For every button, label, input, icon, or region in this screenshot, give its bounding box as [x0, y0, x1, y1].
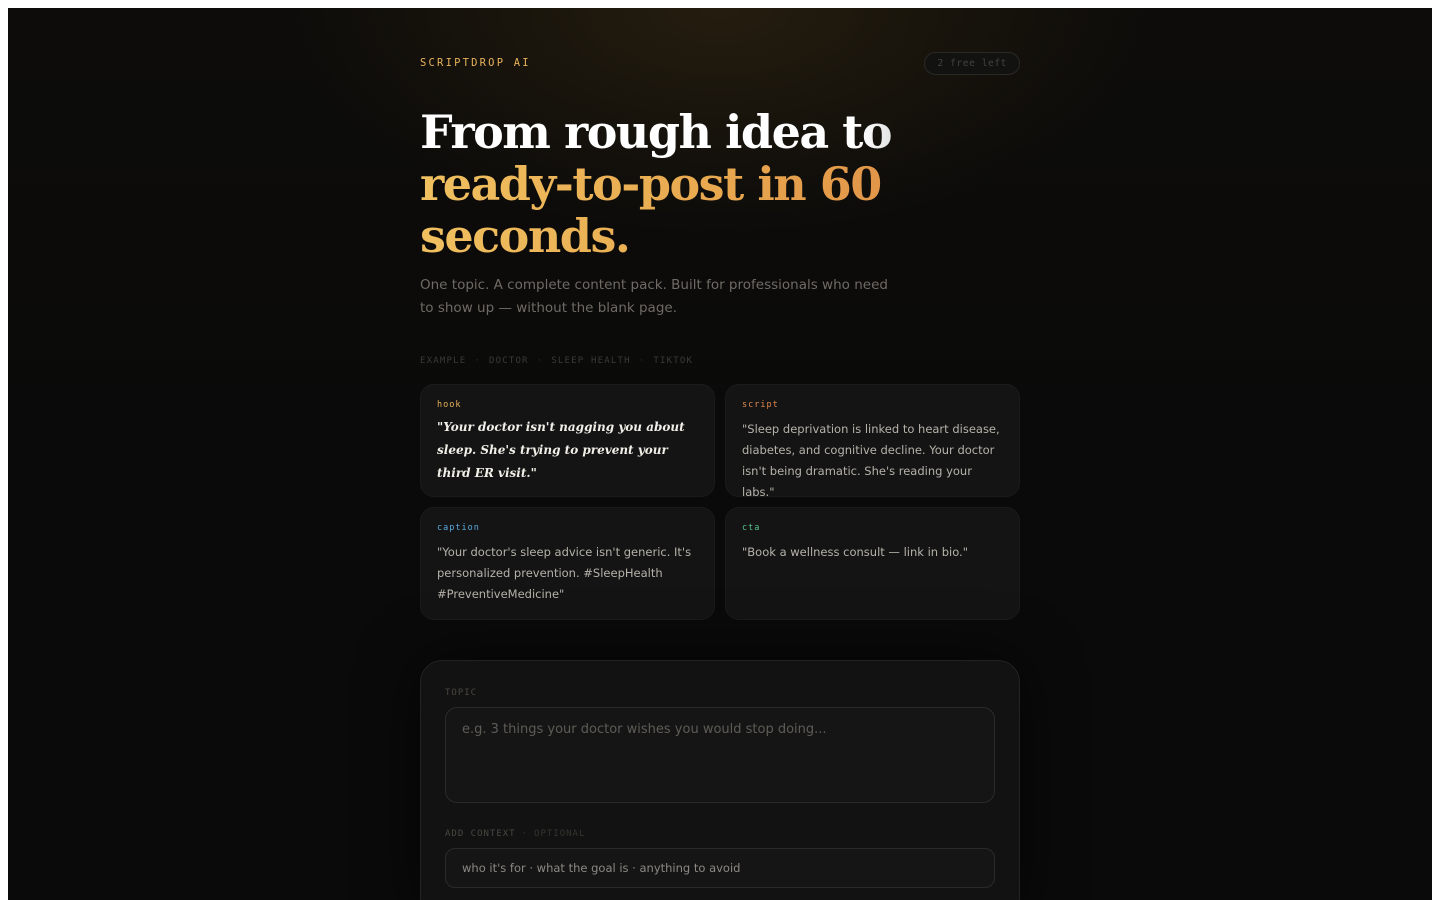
separator-dot: ·: [474, 356, 481, 366]
topic-label: TOPIC: [445, 688, 478, 698]
example-label-part: SLEEP HEALTH: [551, 356, 631, 366]
optional-tag: OPTIONAL: [534, 829, 586, 839]
generator-form: TOPIC e.g. 3 things your doctor wishes y…: [420, 660, 1020, 900]
free-credits-badge: 2 free left: [924, 52, 1020, 75]
card-tag-cta: cta: [742, 523, 761, 533]
card-tag-hook: hook: [437, 400, 462, 410]
app-background: SCRIPTDROP AI 2 free left From rough ide…: [8, 8, 1432, 900]
example-label-part: EXAMPLE: [420, 356, 467, 366]
card-text-cta: "Book a wellness consult — link in bio.": [742, 545, 968, 559]
headline-line-3: seconds.: [420, 210, 980, 262]
card-tag-caption: caption: [437, 523, 480, 533]
separator-dot: ·: [638, 356, 646, 366]
context-label: ADD CONTEXT · OPTIONAL: [445, 829, 585, 839]
example-label-part: DOCTOR: [488, 356, 529, 366]
brand-logo: SCRIPTDROP AI: [420, 57, 531, 69]
separator-dot: ·: [521, 829, 529, 839]
card-text-hook: "Your doctor isn't nagging you about sle…: [437, 420, 685, 480]
context-label-text: ADD CONTEXT: [445, 829, 516, 839]
headline-line-1: From rough idea to: [420, 106, 980, 158]
example-label: EXAMPLE · DOCTOR · SLEEP HEALTH · TIKTOK: [420, 356, 693, 366]
hero-headline: From rough idea to ready-to-post in 60 s…: [420, 106, 980, 262]
example-card-caption: caption "Your doctor's sleep advice isn'…: [420, 507, 715, 620]
separator-dot: ·: [536, 356, 544, 366]
card-text-caption: "Your doctor's sleep advice isn't generi…: [437, 545, 692, 601]
context-input[interactable]: who it's for · what the goal is · anythi…: [445, 848, 995, 888]
headline-line-2: ready-to-post in 60: [420, 158, 980, 210]
card-text-script: "Sleep deprivation is linked to heart di…: [742, 422, 1000, 499]
card-tag-script: script: [742, 400, 779, 410]
hero-subtitle: One topic. A complete content pack. Buil…: [420, 277, 888, 316]
example-card-hook: hook "Your doctor isn't nagging you abou…: [420, 384, 715, 497]
example-label-part: TIKTOK: [653, 356, 694, 366]
example-card-script: script "Sleep deprivation is linked to h…: [725, 384, 1020, 499]
example-card-cta: cta "Book a wellness consult — link in b…: [725, 507, 1020, 620]
topic-input[interactable]: e.g. 3 things your doctor wishes you wou…: [445, 707, 995, 803]
